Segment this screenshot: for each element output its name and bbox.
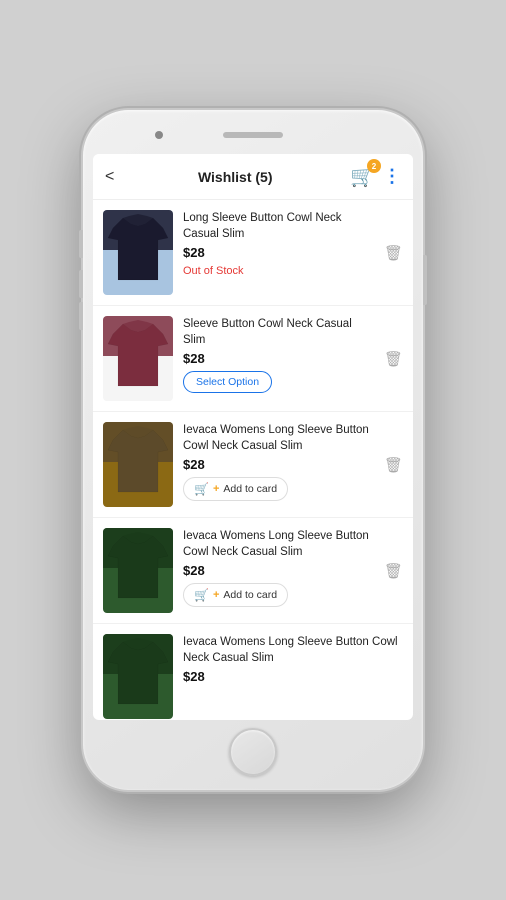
list-item: Sleeve Button Cowl Neck Casual Slim $28 Se… bbox=[93, 306, 413, 412]
product-price: $28 bbox=[183, 245, 374, 260]
product-name: Ievaca Womens Long Sleeve Button Cowl Ne… bbox=[183, 634, 403, 666]
phone-top-bar bbox=[93, 124, 413, 146]
plus-icon: + bbox=[213, 589, 219, 601]
product-price: $28 bbox=[183, 563, 374, 578]
product-image bbox=[103, 210, 173, 295]
add-to-cart-label: Add to card bbox=[223, 589, 277, 601]
list-item: Long Sleeve Button Cowl Neck Casual Slim… bbox=[93, 200, 413, 306]
cart-btn-icon: 🛒 bbox=[194, 588, 209, 602]
screen: < Wishlist (5) 🛒 2 ⋮ Long Sleeve Button … bbox=[93, 154, 413, 720]
add-to-cart-button[interactable]: 🛒 + Add to card bbox=[183, 477, 288, 501]
product-image bbox=[103, 316, 173, 401]
product-name: Long Sleeve Button Cowl Neck Casual Slim bbox=[183, 210, 374, 242]
app-header: < Wishlist (5) 🛒 2 ⋮ bbox=[93, 154, 413, 200]
product-info: Ievaca Womens Long Sleeve Button Cowl Ne… bbox=[183, 422, 374, 501]
cart-button[interactable]: 🛒 2 bbox=[350, 164, 375, 189]
phone-frame: < Wishlist (5) 🛒 2 ⋮ Long Sleeve Button … bbox=[83, 110, 423, 790]
list-item: Ievaca Womens Long Sleeve Button Cowl Ne… bbox=[93, 412, 413, 518]
delete-button[interactable]: 🗑 bbox=[384, 562, 403, 580]
product-info: Sleeve Button Cowl Neck Casual Slim $28 Se… bbox=[183, 316, 374, 393]
delete-button[interactable]: 🗑 bbox=[384, 456, 403, 474]
product-action-row: Select Option bbox=[183, 371, 374, 393]
product-name: Ievaca Womens Long Sleeve Button Cowl Ne… bbox=[183, 528, 374, 560]
product-image bbox=[103, 528, 173, 613]
page-title: Wishlist (5) bbox=[120, 169, 350, 185]
product-name: Ievaca Womens Long Sleeve Button Cowl Ne… bbox=[183, 422, 374, 454]
product-price: $28 bbox=[183, 457, 374, 472]
back-button[interactable]: < bbox=[105, 166, 120, 188]
plus-icon: + bbox=[213, 483, 219, 495]
product-action-row: 🛒 + Add to card bbox=[183, 477, 374, 501]
camera bbox=[155, 131, 163, 139]
product-image bbox=[103, 634, 173, 719]
speaker bbox=[223, 132, 283, 138]
product-image bbox=[103, 422, 173, 507]
product-info: Long Sleeve Button Cowl Neck Casual Slim… bbox=[183, 210, 374, 277]
out-of-stock-label: Out of Stock bbox=[183, 265, 244, 277]
product-info: Ievaca Womens Long Sleeve Button Cowl Ne… bbox=[183, 634, 403, 684]
product-action-row: 🛒 + Add to card bbox=[183, 583, 374, 607]
list-item: Ievaca Womens Long Sleeve Button Cowl Ne… bbox=[93, 518, 413, 624]
header-actions: 🛒 2 ⋮ bbox=[350, 164, 401, 189]
wishlist-product-list: Long Sleeve Button Cowl Neck Casual Slim… bbox=[93, 200, 413, 720]
product-price: $28 bbox=[183, 351, 374, 366]
cart-btn-icon: 🛒 bbox=[194, 482, 209, 496]
add-to-cart-label: Add to card bbox=[223, 483, 277, 495]
add-to-cart-button[interactable]: 🛒 + Add to card bbox=[183, 583, 288, 607]
select-option-button[interactable]: Select Option bbox=[183, 371, 272, 393]
product-name: Sleeve Button Cowl Neck Casual Slim bbox=[183, 316, 374, 348]
product-price: $28 bbox=[183, 669, 403, 684]
product-action-row: Out of Stock bbox=[183, 265, 374, 277]
delete-button[interactable]: 🗑 bbox=[384, 350, 403, 368]
cart-badge: 2 bbox=[367, 159, 381, 173]
home-button[interactable] bbox=[229, 728, 277, 776]
more-menu-button[interactable]: ⋮ bbox=[383, 166, 401, 187]
list-item: Ievaca Womens Long Sleeve Button Cowl Ne… bbox=[93, 624, 413, 720]
product-info: Ievaca Womens Long Sleeve Button Cowl Ne… bbox=[183, 528, 374, 607]
delete-button[interactable]: 🗑 bbox=[384, 244, 403, 262]
